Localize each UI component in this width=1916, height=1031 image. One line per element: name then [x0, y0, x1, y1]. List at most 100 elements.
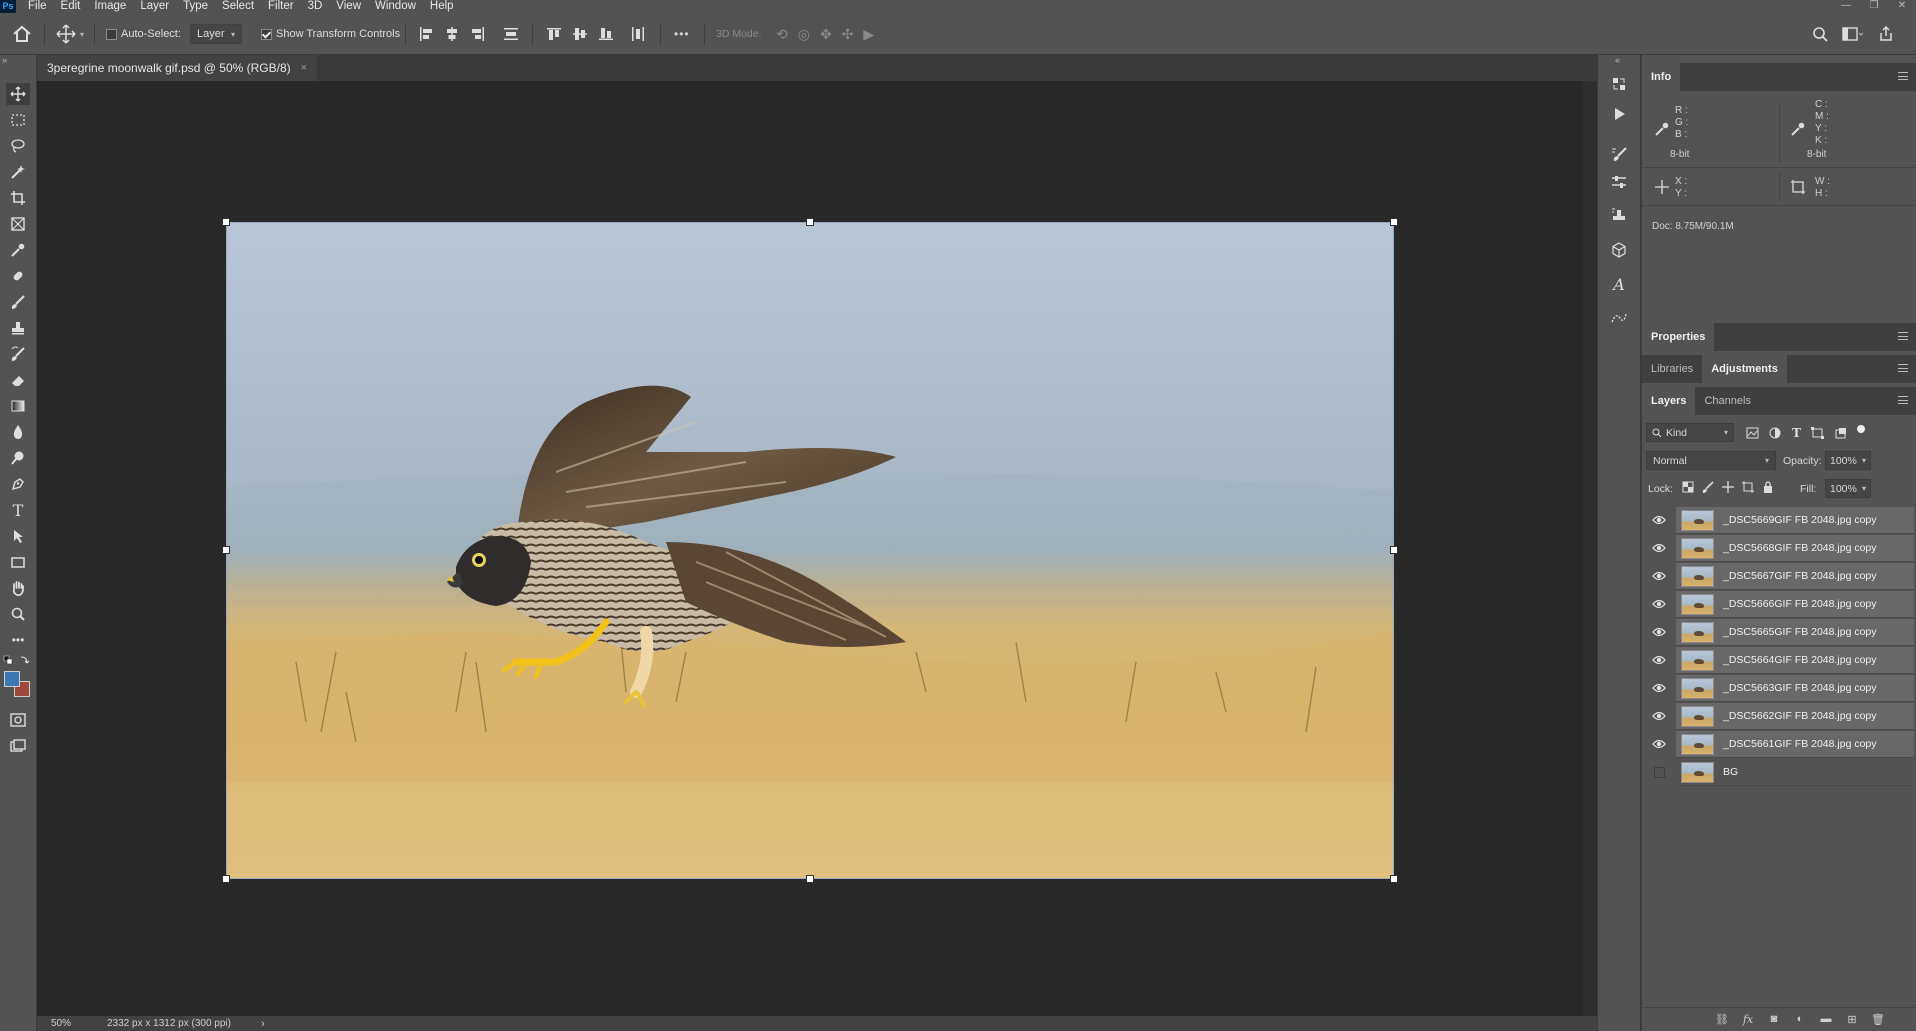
tab-properties[interactable]: Properties [1642, 323, 1715, 351]
brush-tool[interactable] [6, 291, 30, 313]
home-button[interactable] [12, 13, 32, 55]
visibility-eye-icon[interactable] [1642, 562, 1676, 590]
layer-name[interactable]: _DSC5666GIF FB 2048.jpg copy [1723, 598, 1877, 610]
menu-window[interactable]: Window [375, 0, 416, 13]
transform-handle-top-left[interactable] [222, 218, 230, 226]
frame-tool[interactable] [6, 213, 30, 235]
layer-thumbnail[interactable] [1681, 537, 1714, 559]
layer-thumbnail[interactable] [1681, 649, 1714, 671]
show-transform-checkbox[interactable] [261, 28, 272, 40]
layer-thumbnail[interactable] [1681, 677, 1714, 699]
layer-name[interactable]: _DSC5661GIF FB 2048.jpg copy [1723, 738, 1877, 750]
transform-handle-top-center[interactable] [806, 218, 814, 226]
brushes-panel-button[interactable] [1608, 143, 1630, 165]
layer-row[interactable]: _DSC5669GIF FB 2048.jpg copy [1642, 506, 1914, 534]
delete-layer-icon[interactable]: 🗑 [1870, 1013, 1886, 1027]
menu-edit[interactable]: Edit [61, 0, 81, 13]
filter-adjustment-icon[interactable] [1769, 427, 1782, 439]
share-icon[interactable] [1878, 26, 1894, 42]
lock-pixels-icon[interactable] [1702, 481, 1714, 493]
layer-row[interactable]: _DSC5668GIF FB 2048.jpg copy [1642, 534, 1914, 562]
vertical-scrollbar[interactable] [1583, 81, 1597, 1016]
layer-row[interactable]: _DSC5666GIF FB 2048.jpg copy [1642, 590, 1914, 618]
visibility-eye-icon[interactable] [1642, 590, 1676, 618]
close-tab-icon[interactable]: × [301, 62, 307, 74]
add-mask-icon[interactable]: ◙ [1766, 1013, 1782, 1027]
adjustments-panel-menu-icon[interactable] [1898, 364, 1908, 372]
lasso-tool[interactable] [6, 135, 30, 157]
properties-panel-menu-icon[interactable] [1898, 332, 1908, 340]
transform-handle-top-right[interactable] [1390, 218, 1398, 226]
quick-mask-button[interactable] [6, 709, 30, 731]
dodge-tool[interactable] [6, 447, 30, 469]
transform-handle-bottom-center[interactable] [806, 875, 814, 883]
3d-roll-icon[interactable]: ◎ [798, 26, 810, 43]
transform-handle-middle-left[interactable] [222, 546, 230, 554]
restore-icon[interactable]: ❐ [1860, 0, 1888, 13]
align-bottom-button[interactable] [598, 13, 614, 55]
filter-pixel-icon[interactable] [1746, 427, 1759, 439]
layer-row[interactable]: _DSC5662GIF FB 2048.jpg copy [1642, 702, 1914, 730]
move-tool-preset[interactable]: ▾ [56, 13, 84, 55]
tab-layers[interactable]: Layers [1642, 387, 1696, 415]
menu-select[interactable]: Select [222, 0, 254, 13]
collapse-toolbar-icon[interactable]: » [2, 55, 7, 65]
visibility-eye-icon[interactable] [1642, 506, 1676, 534]
layer-style-icon[interactable]: fx [1740, 1013, 1756, 1027]
3d-slide-icon[interactable]: ✣ [842, 26, 854, 43]
gradient-tool[interactable] [6, 395, 30, 417]
layer-row[interactable]: _DSC5664GIF FB 2048.jpg copy [1642, 646, 1914, 674]
align-hcenter-button[interactable] [444, 13, 460, 55]
align-left-button[interactable] [418, 13, 434, 55]
more-options-button[interactable]: ••• [674, 13, 690, 55]
menu-image[interactable]: Image [94, 0, 126, 13]
layer-row[interactable]: _DSC5665GIF FB 2048.jpg copy [1642, 618, 1914, 646]
new-adjustment-icon[interactable]: ◐ [1792, 1013, 1808, 1027]
layer-row[interactable]: _DSC5663GIF FB 2048.jpg copy [1642, 674, 1914, 702]
marquee-tool[interactable] [6, 109, 30, 131]
menu-type[interactable]: Type [183, 0, 208, 13]
distribute-button[interactable] [503, 13, 519, 55]
default-colors-icon[interactable] [3, 655, 33, 667]
layer-row[interactable]: _DSC5661GIF FB 2048.jpg copy [1642, 730, 1914, 758]
move-tool[interactable] [6, 83, 30, 105]
clone-stamp-tool[interactable] [6, 317, 30, 339]
clone-source-panel-button[interactable] [1608, 205, 1630, 227]
tab-info[interactable]: Info [1642, 63, 1681, 91]
layer-thumbnail[interactable] [1681, 705, 1714, 727]
close-window-icon[interactable]: ✕ [1888, 0, 1916, 13]
filter-shape-icon[interactable] [1810, 427, 1824, 439]
layer-name[interactable]: _DSC5669GIF FB 2048.jpg copy [1723, 514, 1877, 526]
filter-smart-object-icon[interactable] [1834, 427, 1847, 439]
healing-brush-tool[interactable] [6, 265, 30, 287]
auto-select-toggle[interactable]: Auto-Select: [106, 13, 181, 55]
visibility-eye-icon[interactable] [1642, 674, 1676, 702]
link-layers-icon[interactable]: ⛓ [1714, 1013, 1730, 1027]
visibility-eye-icon[interactable] [1642, 730, 1676, 758]
menu-view[interactable]: View [336, 0, 361, 13]
menu-file[interactable]: File [28, 0, 47, 13]
menu-filter[interactable]: Filter [268, 0, 294, 13]
visibility-eye-icon[interactable] [1642, 534, 1676, 562]
history-brush-tool[interactable] [6, 343, 30, 365]
transform-handle-bottom-right[interactable] [1390, 875, 1398, 883]
filter-toggle-icon[interactable] [1856, 425, 1865, 433]
zoom-level[interactable]: 50% [51, 1018, 101, 1029]
new-group-icon[interactable]: ▬ [1818, 1013, 1834, 1027]
menu-layer[interactable]: Layer [140, 0, 169, 13]
layer-thumbnail[interactable] [1681, 761, 1714, 783]
rectangle-tool[interactable] [6, 551, 30, 573]
lock-transparent-icon[interactable] [1682, 481, 1694, 493]
status-menu-arrow[interactable]: › [261, 1018, 265, 1030]
layer-name[interactable]: _DSC5664GIF FB 2048.jpg copy [1723, 654, 1877, 666]
layer-thumbnail[interactable] [1681, 733, 1714, 755]
layer-name[interactable]: BG [1723, 766, 1738, 778]
layer-filter-dropdown[interactable]: Kind ▾ [1646, 423, 1734, 442]
transform-handle-bottom-left[interactable] [222, 875, 230, 883]
distribute-vertical-button[interactable] [630, 13, 646, 55]
3d-panel-button[interactable] [1608, 239, 1630, 261]
character-panel-button[interactable]: A [1608, 273, 1630, 295]
paths-panel-button[interactable] [1608, 307, 1630, 329]
filter-type-icon[interactable]: T [1792, 426, 1801, 440]
transform-handle-middle-right[interactable] [1390, 546, 1398, 554]
